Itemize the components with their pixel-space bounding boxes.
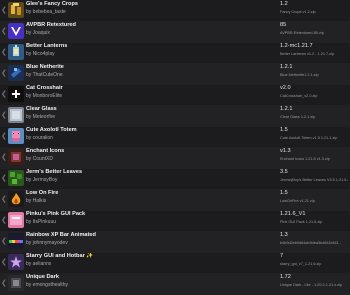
chevron-left-icon[interactable]: ❮ bbox=[1, 70, 7, 77]
glass-icon bbox=[8, 107, 24, 123]
pack-filename: Clear Glass 1.2.1.zip bbox=[280, 115, 316, 119]
chevron-left-icon[interactable]: ❮ bbox=[1, 112, 7, 119]
chevron-left-icon[interactable]: ❮ bbox=[1, 238, 7, 245]
list-item[interactable]: ❮ Cute Axolotl Totem by couralion 1.5 Cu… bbox=[0, 126, 350, 148]
pack-name: Low On Fire bbox=[26, 190, 59, 196]
pack-author: by Joaquix bbox=[26, 30, 50, 36]
chevron-left-icon[interactable]: ❮ bbox=[1, 28, 7, 35]
pack-name: Unique Dark bbox=[26, 274, 59, 280]
pack-version: 1.72 bbox=[280, 274, 291, 280]
pack-filename: Cute Axolotl Totem v1.5 1.21.1.zip bbox=[280, 136, 338, 140]
pack-version: 1.2.1 bbox=[280, 106, 293, 112]
pack-version: 7 bbox=[280, 253, 284, 259]
pack-name: Enchant Icons bbox=[26, 148, 65, 154]
starry-gui-icon bbox=[8, 254, 24, 270]
unique-dark-icon bbox=[8, 275, 24, 291]
xp-bar-icon bbox=[8, 233, 24, 249]
pack-name: Blue Netherite bbox=[26, 64, 64, 70]
pack-name: Jerm's Better Leaves bbox=[26, 169, 83, 175]
leaves-icon bbox=[8, 170, 24, 186]
pack-name: AVPBR Retextured bbox=[26, 22, 76, 28]
chevron-left-icon[interactable]: ❮ bbox=[1, 175, 7, 182]
chevron-left-icon[interactable]: ❮ bbox=[1, 49, 7, 56]
list-item[interactable]: ❮ Pinku's Pink GUI Pack by ItsPinkuuu 1.… bbox=[0, 210, 350, 232]
list-item[interactable]: ❮ Better Lanterns by Nico4play 1.2-mc1.2… bbox=[0, 42, 350, 64]
list-item[interactable]: ❮ Clear Glass by Meteorfire 1.2.1 Clear … bbox=[0, 105, 350, 127]
pack-filename: Pink GUI Pack 1.21.6.zip bbox=[280, 220, 323, 224]
pack-version: v2.0 bbox=[280, 85, 291, 91]
pack-filename: JermsyBoy's Better Leaves V3.5 1.21.6.zi… bbox=[280, 178, 348, 182]
pack-author: by ThatCuteOne bbox=[26, 72, 63, 78]
pack-version: v1.3 bbox=[280, 148, 291, 154]
pack-filename: Blue-Netherite1.2.1.zip bbox=[280, 73, 319, 77]
blue-netherite-icon bbox=[8, 65, 24, 81]
chevron-left-icon[interactable]: ❮ bbox=[1, 133, 7, 140]
pink-gui-icon bbox=[8, 212, 24, 228]
pack-author: by Meteorfire bbox=[26, 114, 56, 120]
chevron-left-icon[interactable]: ❮ bbox=[1, 259, 7, 266]
lantern-icon bbox=[8, 44, 24, 60]
pack-version: 1.2.1 bbox=[280, 64, 293, 70]
pack-version: 1.5 bbox=[280, 190, 288, 196]
pack-author: by Nico4play bbox=[26, 51, 55, 57]
chevron-left-icon[interactable]: ❮ bbox=[1, 154, 7, 161]
pack-filename: Enchant Icons 1.21.6 v1.3.zip bbox=[280, 157, 330, 161]
list-item[interactable]: ❮ Enchant Icons by CountXD v1.3 Enchant … bbox=[0, 147, 350, 169]
pack-name: Cute Axolotl Totem bbox=[26, 127, 77, 133]
pack-author: by JermsyBoy bbox=[26, 177, 58, 183]
pack-author: by CountXD bbox=[26, 156, 53, 162]
pack-filename: starry_gui_v7_1.21.6.zip bbox=[280, 262, 322, 266]
list-item[interactable]: ❮ Starry GUI and Hotbar ✨ by aeliannx 7 … bbox=[0, 252, 350, 274]
enchant-book-icon bbox=[8, 149, 24, 165]
pack-filename: AVPBR-Retextured-85.zip bbox=[280, 31, 324, 35]
list-item[interactable]: ❮ Blue Netherite by ThatCuteOne 1.2.1 Bl… bbox=[0, 63, 350, 85]
chevron-left-icon[interactable]: ❮ bbox=[1, 196, 7, 203]
pack-version: 3.5 bbox=[280, 169, 288, 175]
crosshair-icon bbox=[8, 86, 24, 102]
list-item[interactable]: ❮ Cat Crosshair by MonboroElite v2.0 Cat… bbox=[0, 84, 350, 106]
pack-version: 1.5 bbox=[280, 127, 288, 133]
list-item[interactable]: ❮ Rainbow XP Bar Animated by johnnymayod… bbox=[0, 231, 350, 253]
pack-version: 1.3 bbox=[280, 232, 288, 238]
pack-author: by aeliannx bbox=[26, 261, 52, 267]
fire-icon bbox=[8, 191, 24, 207]
pack-author: by Halkis bbox=[26, 198, 47, 204]
fancy-crops-icon bbox=[8, 2, 24, 18]
pack-version: 85 bbox=[280, 22, 287, 28]
pack-filename: LowOnFire v1.21.zip bbox=[280, 199, 315, 203]
pack-author: by MonboroElite bbox=[26, 93, 63, 99]
pack-filename: Unique Dark - Lite - 1.20.2-1.21.x.zip bbox=[280, 283, 343, 287]
pack-filename: CatCrosshair_v2.0.zip bbox=[280, 94, 318, 98]
pack-name: Starry GUI and Hotbar ✨ bbox=[26, 253, 94, 259]
pack-version: 1.2-mc1.21.7 bbox=[280, 43, 313, 49]
pack-version: 1.21.6_V1 bbox=[280, 211, 306, 217]
pack-name: Glee's Fancy Crops bbox=[26, 1, 79, 7]
pack-filename: Fancy Crops v1.2.zip bbox=[280, 10, 316, 14]
list-item[interactable]: ❮ Unique Dark by emongsthealthy 1.72 Uni… bbox=[0, 273, 350, 295]
list-item[interactable]: ❮ Low On Fire by Halkis 1.5 LowOnFire v1… bbox=[0, 189, 350, 211]
pack-author: by couralion bbox=[26, 135, 53, 141]
list-item[interactable]: ❮ Jerm's Better Leaves by JermsyBoy 3.5 … bbox=[0, 168, 350, 190]
chevron-left-icon[interactable]: ❮ bbox=[1, 7, 7, 14]
pack-name: Clear Glass bbox=[26, 106, 57, 112]
list-item[interactable]: ❮ AVPBR Retextured by Joaquix 85 AVPBR-R… bbox=[0, 21, 350, 43]
chevron-left-icon[interactable]: ❮ bbox=[1, 217, 7, 224]
avpbr-logo-icon bbox=[8, 23, 24, 39]
resource-pack-list: ❮ Glee's Fancy Crops by bebebea_taste 1.… bbox=[0, 0, 350, 295]
chevron-left-icon[interactable]: ❮ bbox=[1, 280, 7, 287]
pack-author: by bebebea_taste bbox=[26, 9, 66, 15]
pack-name: Cat Crosshair bbox=[26, 85, 63, 91]
list-item[interactable]: ❮ Glee's Fancy Crops by bebebea_taste 1.… bbox=[0, 0, 350, 22]
pack-name: Rainbow XP Bar Animated bbox=[26, 232, 96, 238]
pack-version: 1.2 bbox=[280, 1, 288, 7]
chevron-left-icon[interactable]: ❮ bbox=[1, 91, 7, 98]
pack-author: by emongsthealthy bbox=[26, 282, 68, 288]
pack-author: by johnnymayodev bbox=[26, 240, 68, 246]
pack-author: by ItsPinkuuu bbox=[26, 219, 57, 225]
axolotl-totem-icon bbox=[8, 128, 24, 144]
pack-name: Better Lanterns bbox=[26, 43, 68, 49]
pack-name: Pinku's Pink GUI Pack bbox=[26, 211, 86, 217]
pack-filename: b4b9d2eb9d64ab9dba3bd841bf43... bbox=[280, 241, 342, 245]
pack-filename: Better Lanterns v1.2 - 1.21.7.zip bbox=[280, 52, 335, 56]
